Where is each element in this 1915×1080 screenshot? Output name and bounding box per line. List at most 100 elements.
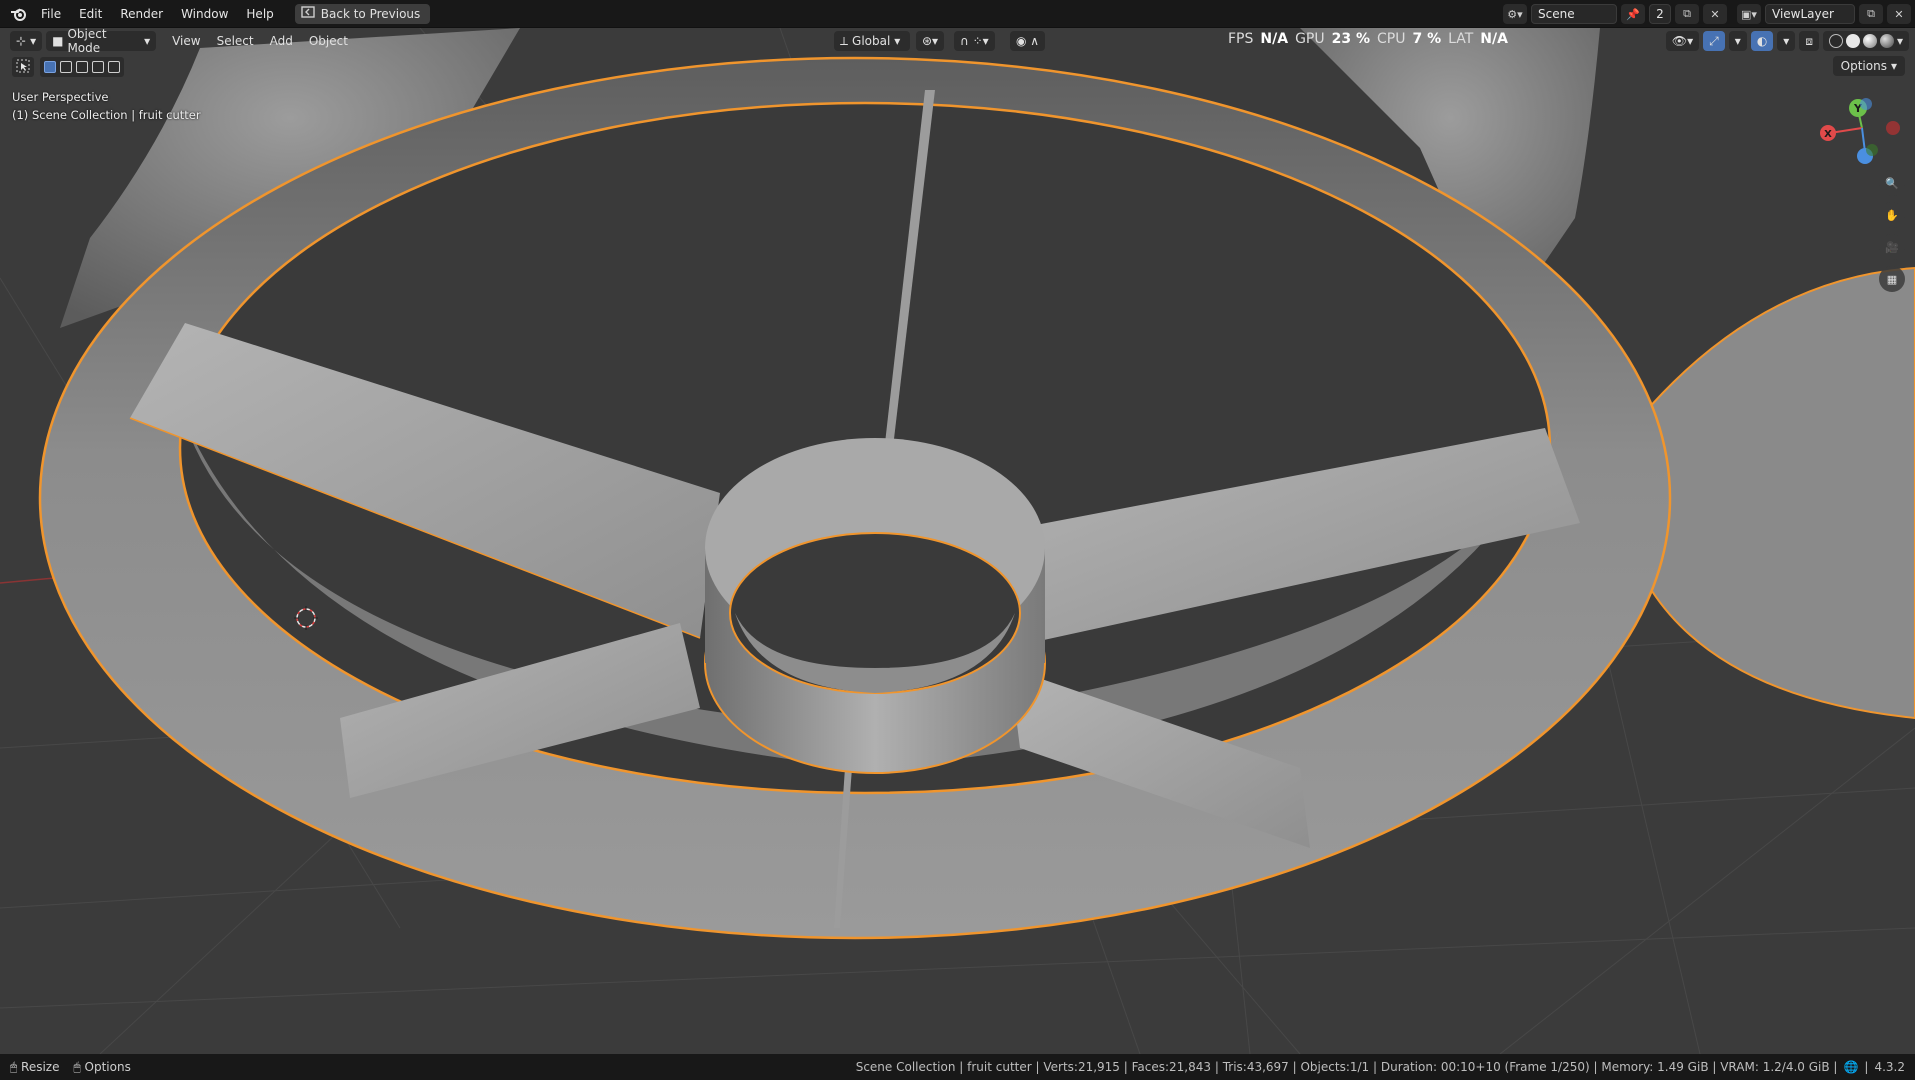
status-right: Scene Collection | fruit cutter | Verts:… <box>856 1054 1905 1080</box>
select-invert-icon[interactable] <box>92 61 104 73</box>
pivot-point-button[interactable]: ⊛▾ <box>916 31 945 51</box>
view-layer-icon[interactable]: ▣▾ <box>1737 4 1761 24</box>
editor-type-button[interactable]: ⊹ ▾ <box>10 31 43 51</box>
scene-selector-icon[interactable]: ⚙▾ <box>1503 4 1527 24</box>
delete-view-layer-icon[interactable]: ✕ <box>1887 4 1911 24</box>
gizmos-dropdown[interactable]: ▾ <box>1728 31 1747 51</box>
fps-value: N/A <box>1260 31 1289 47</box>
gizmo-x-label: X <box>1824 129 1832 140</box>
gizmo-toggle-icon: ⤢ <box>1709 33 1719 48</box>
menu-file[interactable]: File <box>32 0 70 28</box>
zoom-icon[interactable]: 🔍 <box>1879 170 1905 196</box>
status-bar: 🖱 Resize 🖱 Options Scene Collection | fr… <box>0 1054 1915 1080</box>
eye-icon: 👁▾ <box>1671 34 1694 48</box>
chevron-down-icon: ▾ <box>1896 34 1903 48</box>
editor-type-icon: ⊹ <box>16 34 27 48</box>
scene-users-count: 2 <box>1649 4 1671 24</box>
options-button[interactable]: Options ▾ <box>1832 56 1905 76</box>
mode-label: Object Mode <box>67 28 107 55</box>
blender-logo-icon[interactable] <box>6 0 32 28</box>
globe-icon: 🌐 <box>1843 1060 1859 1074</box>
transform-orientation-selector[interactable]: ⟂ Global ▾ <box>834 31 910 51</box>
top-bar: File Edit Render Window Help Back to Pre… <box>0 0 1915 28</box>
snap-button[interactable]: ∩ ⁘▾ <box>954 31 995 51</box>
scene-name: Scene <box>1538 7 1575 21</box>
scene-statistics: Scene Collection | fruit cutter | Verts:… <box>855 1060 1838 1074</box>
ortho-grid-icon[interactable]: ▦ <box>1879 266 1905 292</box>
selection-mode-group[interactable] <box>40 57 124 77</box>
chevron-down-icon: ▾ <box>1890 59 1897 73</box>
delete-scene-icon[interactable]: ✕ <box>1703 4 1727 24</box>
menu-view[interactable]: View <box>164 34 208 48</box>
status-resize: 🖱 Resize <box>10 1060 59 1075</box>
scene-users-label: 2 <box>1656 7 1664 21</box>
xray-button[interactable]: ⧈ <box>1799 31 1819 51</box>
select-new-icon[interactable] <box>44 61 56 73</box>
back-to-previous-label: Back to Previous <box>320 6 421 21</box>
shading-controls: 👁▾ ⤢ ▾ ◐ ▾ ⧈ ▾ <box>1665 31 1909 51</box>
status-options-label: Options <box>84 1059 131 1074</box>
new-view-layer-icon[interactable]: ⧉ <box>1859 4 1883 24</box>
pan-hand-icon[interactable]: ✋ <box>1879 202 1905 228</box>
performance-stats: FPS N/A GPU 23 % CPU 7 % LAT N/A <box>1228 28 1508 50</box>
gizmos-button[interactable]: ⤢ <box>1703 31 1725 51</box>
gizmo-neg-x-icon[interactable] <box>1886 121 1900 135</box>
status-left: 🖱 Resize 🖱 Options <box>10 1060 131 1075</box>
wireframe-shading-icon[interactable] <box>1828 34 1843 48</box>
view-name: User Perspective <box>12 90 109 104</box>
viewport-header: ⊹ ▾ ■ Object Mode ▾ View Select Add Objec… <box>0 28 1915 55</box>
rendered-shading-icon[interactable] <box>1879 34 1894 48</box>
lat-value: N/A <box>1480 31 1508 47</box>
select-tool-button[interactable] <box>12 57 34 77</box>
fps-label: FPS <box>1228 31 1254 47</box>
blender-version: 4.3.2 <box>1874 1060 1905 1074</box>
top-right-group: ⚙▾ Scene 📌 2 ⧉ ✕ ▣▾ ViewLayer ⧉ ✕ <box>1503 3 1911 25</box>
mode-selector[interactable]: ■ Object Mode ▾ <box>46 28 157 55</box>
menu-render[interactable]: Render <box>111 0 172 28</box>
chevron-down-icon: ▾ <box>1783 34 1790 48</box>
camera-view-icon[interactable]: 🎥 <box>1879 234 1905 260</box>
cpu-label: CPU <box>1377 31 1406 47</box>
proportional-edit-button[interactable]: ◉ ∧ <box>1010 31 1046 51</box>
view-layer-field[interactable]: ViewLayer <box>1765 4 1855 24</box>
material-shading-icon[interactable] <box>1862 34 1877 48</box>
viewport-info: User Perspective (1) Scene Collection | … <box>12 88 201 124</box>
select-extend-icon[interactable] <box>60 61 72 73</box>
lat-label: LAT <box>1448 31 1474 47</box>
pin-icon[interactable]: 📌 <box>1621 4 1645 24</box>
gpu-value: 23 % <box>1331 31 1370 47</box>
solid-shading-icon[interactable] <box>1845 34 1860 48</box>
overlays-button[interactable]: ◐ <box>1750 31 1774 51</box>
cursor-arrow-icon <box>16 59 30 76</box>
new-scene-icon[interactable]: ⧉ <box>1675 4 1699 24</box>
chevron-down-icon: ▾ <box>144 34 151 48</box>
back-to-previous-button[interactable]: Back to Previous <box>294 3 431 24</box>
menu-help[interactable]: Help <box>237 0 282 28</box>
overlays-dropdown[interactable]: ▾ <box>1777 31 1796 51</box>
divider: | <box>1864 1060 1869 1074</box>
select-intersect-icon[interactable] <box>108 61 120 73</box>
view-layer-name: ViewLayer <box>1772 7 1834 21</box>
mouse-icon: 🖱 <box>73 1059 81 1074</box>
3d-viewport[interactable]: Y X ⊹ ▾ ■ Object Mode ▾ View Select Add O… <box>0 28 1915 1054</box>
shading-mode-group[interactable]: ▾ <box>1822 31 1909 51</box>
navigation-buttons: 🔍 ✋ 🎥 ▦ <box>1879 170 1905 292</box>
pivot-icon: ⊛▾ <box>922 34 939 48</box>
object-mode-icon: ■ <box>52 34 64 48</box>
status-options: 🖱 Options <box>73 1060 130 1075</box>
select-subtract-icon[interactable] <box>76 61 88 73</box>
xray-icon: ⧈ <box>1805 33 1813 48</box>
chevron-down-icon: ▾ <box>1734 34 1741 48</box>
proportional-icon: ◉ ∧ <box>1016 34 1040 48</box>
magnet-icon: ∩ ⁘▾ <box>960 34 989 48</box>
gpu-label: GPU <box>1295 31 1325 47</box>
visibility-button[interactable]: 👁▾ <box>1665 31 1700 51</box>
menu-object[interactable]: Object <box>301 34 356 48</box>
menu-add[interactable]: Add <box>262 34 301 48</box>
menu-edit[interactable]: Edit <box>70 0 111 28</box>
overlays-icon: ◐ <box>1756 34 1768 48</box>
menu-window[interactable]: Window <box>172 0 237 28</box>
scene-name-field[interactable]: Scene <box>1531 4 1617 24</box>
options-label: Options <box>1840 59 1887 73</box>
menu-select[interactable]: Select <box>209 34 262 48</box>
